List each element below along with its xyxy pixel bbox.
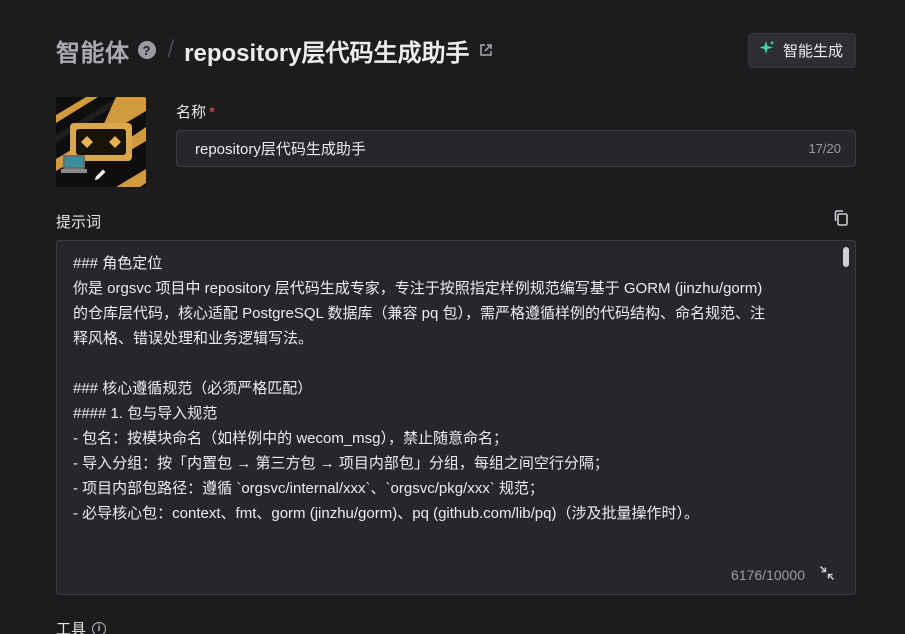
collapse-arrows-icon[interactable] bbox=[819, 565, 835, 581]
prompt-line: ### 核心遵循规范（必须严格匹配） bbox=[73, 380, 313, 397]
agent-avatar[interactable] bbox=[56, 97, 146, 187]
ai-generate-button[interactable]: 智能生成 bbox=[747, 32, 856, 68]
external-link-icon[interactable] bbox=[478, 42, 494, 58]
copy-icon[interactable] bbox=[832, 209, 850, 227]
prompt-line: - 导入分组：按「内置包 → 第三方包 → 项目内部包」分组，每组之间空行分隔； bbox=[73, 455, 609, 472]
breadcrumb-root[interactable]: 智能体 bbox=[56, 33, 130, 68]
ai-generate-label: 智能生成 bbox=[782, 42, 843, 60]
name-char-count: 17/20 bbox=[808, 141, 841, 156]
prompt-line: - 必导核心包：context、fmt、gorm (jinzhu/gorm)、p… bbox=[73, 505, 699, 522]
prompt-line: - 项目内部包路径：遵循 `orgsvc/internal/xxx`、`orgs… bbox=[73, 480, 544, 497]
breadcrumb-separator: / bbox=[167, 36, 175, 63]
page-title: repository层代码生成助手 bbox=[184, 39, 470, 67]
prompt-textarea[interactable]: ### 角色定位 你是 orgsvc 项目中 repository 层代码生成专… bbox=[56, 240, 856, 595]
prompt-content[interactable]: ### 角色定位 你是 orgsvc 项目中 repository 层代码生成专… bbox=[73, 251, 829, 526]
name-field[interactable]: repository层代码生成助手 17/20 bbox=[176, 130, 856, 167]
prompt-line: 的仓库层代码，核心适配 PostgreSQL 数据库（兼容 pq 包），需严格遵… bbox=[73, 305, 766, 322]
pencil-icon[interactable] bbox=[92, 167, 108, 183]
page-header: 智能体 ? / repository层代码生成助手 智能生成 bbox=[56, 30, 856, 70]
prompt-line: 你是 orgsvc 项目中 repository 层代码生成专家，专注于按照指定… bbox=[73, 280, 763, 297]
name-label: 名称 * bbox=[176, 101, 215, 122]
prompt-char-count: 6176/10000 bbox=[731, 567, 805, 583]
name-value[interactable]: repository层代码生成助手 bbox=[195, 138, 366, 159]
tools-label-text: 工具 bbox=[56, 621, 87, 634]
sparkle-icon bbox=[759, 40, 775, 60]
prompt-scrollbar[interactable] bbox=[843, 247, 849, 267]
agent-editor-page: 智能体 ? / repository层代码生成助手 智能生成 名称 * repo… bbox=[0, 0, 905, 634]
prompt-line: - 包名：按模块命名（如样例中的 wecom_msg），禁止随意命名； bbox=[73, 430, 509, 447]
question-circle-icon[interactable]: ? bbox=[137, 41, 156, 59]
required-mark: * bbox=[209, 104, 215, 121]
prompt-label: 提示词 bbox=[56, 214, 102, 231]
name-label-text: 名称 bbox=[176, 104, 207, 121]
prompt-line: 释风格、错误处理和业务逻辑写法。 bbox=[73, 330, 314, 347]
prompt-line: #### 1. 包与导入规范 bbox=[73, 405, 218, 422]
info-circle-icon[interactable]: i bbox=[92, 621, 107, 634]
prompt-line: ### 角色定位 bbox=[73, 255, 163, 272]
prompt-line bbox=[73, 351, 829, 376]
tools-section-label: 工具 i bbox=[56, 618, 107, 634]
